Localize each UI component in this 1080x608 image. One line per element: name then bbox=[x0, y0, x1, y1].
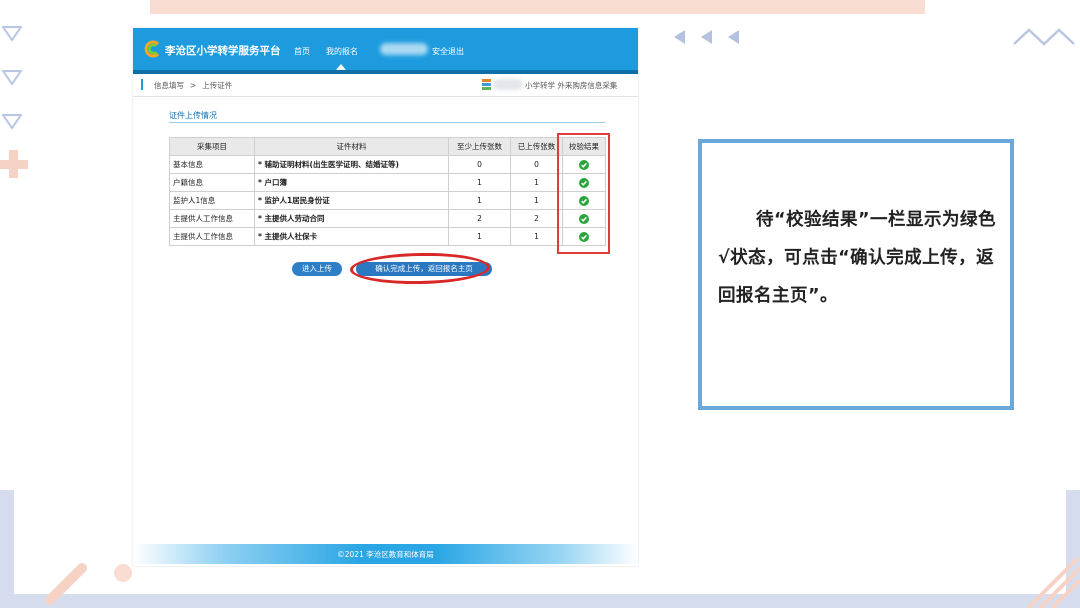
nav-logout[interactable]: 安全退出 bbox=[432, 46, 464, 57]
plus-decor-icon bbox=[9, 150, 18, 178]
column-header: 采集项目 bbox=[169, 137, 255, 156]
cell-item: 主提供人工作信息 bbox=[169, 209, 255, 228]
nav-home[interactable]: 首页 bbox=[294, 46, 310, 57]
breadcrumb-item-info[interactable]: 信息填写 bbox=[154, 81, 184, 90]
table-row: 监护人1信息 * 监护人1居民身份证 1 1 bbox=[169, 191, 606, 210]
verify-column-highlight bbox=[557, 133, 610, 254]
app-screenshot: 李沧区小学转学服务平台 首页 我的报名 安全退出 信息填写 > 上传证件 小学转学 … bbox=[133, 28, 638, 566]
cell-min-count: 1 bbox=[448, 227, 511, 246]
cell-uploaded-count: 0 bbox=[510, 155, 563, 174]
cell-material: * 主提供人劳动合同 bbox=[254, 209, 449, 228]
breadcrumb-separator: > bbox=[190, 81, 197, 90]
logo-icon bbox=[144, 40, 160, 58]
confirm-button-highlight bbox=[349, 251, 491, 286]
stripes-decor-icon bbox=[1026, 556, 1080, 608]
footer-copyright: ©2021 李沧区教育和体育局 bbox=[337, 550, 434, 559]
instruction-callout: 待“校验结果”一栏显示为绿色√状态，可点击“确认完成上传，返回报名主页”。 bbox=[698, 139, 1014, 410]
triangle-decor-icon bbox=[2, 70, 22, 86]
column-header: 证件材料 bbox=[254, 137, 449, 156]
upload-button[interactable]: 进入上传 bbox=[292, 262, 342, 276]
slash-decor-icon bbox=[45, 563, 87, 605]
nav-redacted bbox=[380, 43, 428, 55]
instruction-text: 待“校验结果”一栏显示为绿色√状态，可点击“确认完成上传，返回报名主页”。 bbox=[718, 210, 997, 306]
user-name-redacted bbox=[493, 79, 523, 90]
cell-item: 基本信息 bbox=[169, 155, 255, 174]
cell-material: * 户口簿 bbox=[254, 173, 449, 192]
cell-item: 监护人1信息 bbox=[169, 191, 255, 210]
app-footer: ©2021 李沧区教育和体育局 bbox=[133, 544, 638, 564]
cell-min-count: 2 bbox=[448, 209, 511, 228]
table-row: 户籍信息 * 户口簿 1 1 bbox=[169, 173, 606, 192]
arrows-decor-icon bbox=[674, 30, 739, 44]
cell-min-count: 0 bbox=[448, 155, 511, 174]
triangle-decor-icon bbox=[2, 114, 22, 130]
dot-decor-icon bbox=[114, 564, 132, 582]
cell-uploaded-count: 1 bbox=[510, 173, 563, 192]
column-header: 至少上传张数 bbox=[448, 137, 511, 156]
app-header: 李沧区小学转学服务平台 首页 我的报名 安全退出 bbox=[133, 28, 638, 70]
documents-table: 采集项目 证件材料 至少上传张数 已上传张数 校验结果 基本信息 * 辅助证明材… bbox=[169, 137, 606, 246]
section-divider bbox=[169, 122, 605, 123]
breadcrumb: 信息填写 > 上传证件 小学转学 外来购房信息采集 bbox=[133, 74, 638, 97]
breadcrumb-marker bbox=[141, 79, 143, 90]
cell-material: * 主提供人社保卡 bbox=[254, 227, 449, 246]
triangle-decor-icon bbox=[2, 26, 22, 42]
table-row: 主提供人工作信息 * 主提供人劳动合同 2 2 bbox=[169, 209, 606, 228]
cell-uploaded-count: 1 bbox=[510, 227, 563, 246]
top-decor-band bbox=[150, 0, 925, 14]
column-header: 已上传张数 bbox=[510, 137, 563, 156]
breadcrumb-trail: 信息填写 > 上传证件 bbox=[154, 80, 238, 91]
user-registration-type: 小学转学 外来购房信息采集 bbox=[525, 81, 618, 90]
cell-min-count: 1 bbox=[448, 191, 511, 210]
user-icon bbox=[482, 79, 491, 90]
cell-uploaded-count: 1 bbox=[510, 191, 563, 210]
zigzag-decor-icon bbox=[1013, 28, 1075, 46]
nav-my-registration[interactable]: 我的报名 bbox=[326, 46, 358, 57]
cell-material: * 辅助证明材料(出生医学证明、结婚证等) bbox=[254, 155, 449, 174]
cell-min-count: 1 bbox=[448, 173, 511, 192]
section-title: 证件上传情况 bbox=[169, 111, 217, 120]
cell-material: * 监护人1居民身份证 bbox=[254, 191, 449, 210]
table-row: 主提供人工作信息 * 主提供人社保卡 1 1 bbox=[169, 227, 606, 246]
table-row: 基本信息 * 辅助证明材料(出生医学证明、结婚证等) 0 0 bbox=[169, 155, 606, 174]
breadcrumb-item-upload: 上传证件 bbox=[202, 81, 233, 90]
cell-item: 户籍信息 bbox=[169, 173, 255, 192]
cell-uploaded-count: 2 bbox=[510, 209, 563, 228]
app-title: 李沧区小学转学服务平台 bbox=[165, 45, 281, 57]
cell-item: 主提供人工作信息 bbox=[169, 227, 255, 246]
table-header-row: 采集项目 证件材料 至少上传张数 已上传张数 校验结果 bbox=[169, 137, 606, 156]
